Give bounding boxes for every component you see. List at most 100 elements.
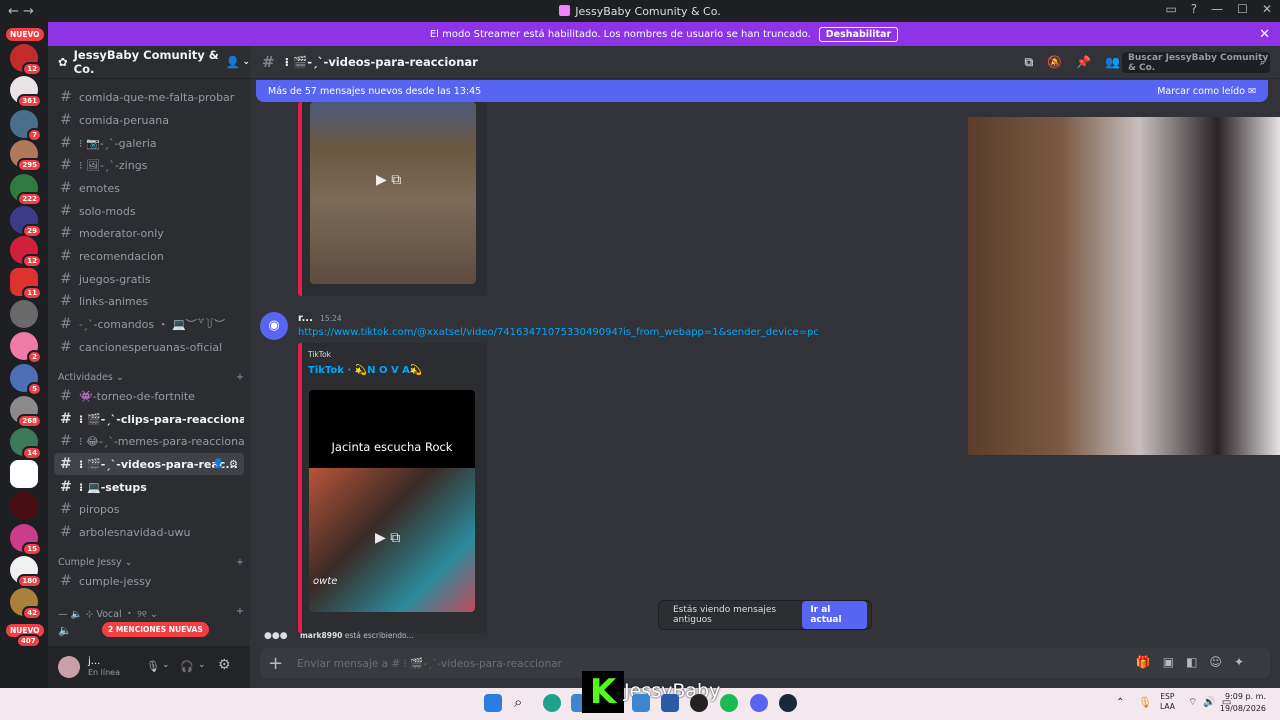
pin-icon[interactable]: 📌 <box>1076 55 1091 70</box>
channel-item[interactable]: # solo-mods <box>54 200 244 222</box>
add-attachment-icon[interactable]: + <box>268 653 283 674</box>
message-author[interactable]: r... <box>298 313 313 324</box>
server-icon[interactable]: 12 <box>10 44 42 76</box>
play-icon[interactable]: ▶ ⧉ <box>376 172 401 188</box>
notification-bell-icon[interactable]: 🔕 <box>1047 55 1062 70</box>
channel-item[interactable]: # cumple-jessy <box>54 570 244 592</box>
server-icon[interactable]: 29 <box>10 206 42 238</box>
server-icon[interactable]: 15 <box>10 524 42 556</box>
invite-icon[interactable]: 👤 <box>213 459 224 469</box>
channel-item[interactable]: # ⁝ 📷-ˏˋ-galeria <box>54 132 244 154</box>
embed-title[interactable]: TikTok · 💫N O V A💫 <box>308 365 422 376</box>
channel-item[interactable]: # links-animes <box>54 290 244 312</box>
avatar[interactable] <box>58 656 80 678</box>
channel-item[interactable]: # ⁝ 🎬-ˏˋ-clips-para-reaccionar <box>54 408 244 430</box>
channel-item[interactable]: # piropos <box>54 498 244 520</box>
channel-item[interactable]: # cancionesperuanas-oficial <box>54 336 244 358</box>
spotify-icon[interactable] <box>720 694 738 712</box>
server-icon[interactable]: 12 <box>10 236 42 268</box>
channel-item[interactable]: # juegos-gratis <box>54 268 244 290</box>
server-icon[interactable]: 361 <box>10 76 42 108</box>
server-icon[interactable] <box>10 300 38 328</box>
add-member-icon[interactable]: 👤 <box>226 55 240 69</box>
channel-item[interactable]: # comida-que-me-falta-probar <box>54 86 244 108</box>
edge-icon[interactable] <box>543 694 561 712</box>
minimize-button[interactable]: — <box>1211 2 1223 16</box>
server-header[interactable]: ✿ JessyBaby Comunity & Co. ⌄ 👤 <box>48 46 250 79</box>
maximize-button[interactable]: ☐ <box>1237 2 1248 16</box>
add-channel-icon[interactable]: + <box>236 606 244 620</box>
gift-icon[interactable]: 🎁 <box>1136 655 1163 669</box>
gear-icon[interactable]: ⚙ <box>218 657 231 673</box>
mark-read-button[interactable]: Marcar como leído ✉ <box>1157 86 1256 97</box>
message-link[interactable]: https://www.tiktok.com/@xxatsel/video/74… <box>298 327 819 338</box>
channel-item[interactable]: # ˗ˏˋ-comandos ・ 💻︶꒷꒦︶ <box>54 313 244 335</box>
chevron-down-icon[interactable]: ⌄ <box>162 660 170 670</box>
category-actividades[interactable]: Actividades ⌄ + <box>58 372 244 383</box>
close-button[interactable]: ✕ <box>1262 2 1272 16</box>
channel-item[interactable]: # ⁝ 😂-ˏˋ-memes-para-reaccionar <box>54 430 244 452</box>
video-thumbnail[interactable]: Jacinta escucha Rock owte ▶ ⧉ <box>309 390 475 612</box>
headphones-icon[interactable]: 🎧 <box>180 660 194 673</box>
message-composer[interactable]: + Enviar mensaje a # ⁝ 🎬-ˏˋ-videos-para-… <box>260 648 1270 678</box>
channel-item[interactable]: # moderator-only <box>54 222 244 244</box>
outlook-icon[interactable] <box>632 694 650 712</box>
start-icon[interactable] <box>484 694 502 712</box>
avatar[interactable]: ◉ <box>260 312 288 340</box>
new-messages-bar[interactable]: Más de 57 mensajes nuevos desde las 13:4… <box>256 80 1268 102</box>
sticker-icon[interactable]: ◧ <box>1186 655 1209 669</box>
search-icon[interactable]: ⌕ <box>514 693 522 711</box>
server-icon[interactable] <box>10 492 38 520</box>
add-channel-icon[interactable]: + <box>236 372 244 383</box>
disable-button[interactable]: Deshabilitar <box>818 26 899 42</box>
server-icon[interactable]: 222 <box>10 174 42 206</box>
inbox-icon[interactable]: ▭ <box>1165 2 1176 16</box>
server-icon[interactable]: 7 <box>10 110 42 142</box>
chevron-down-icon[interactable]: ⌄ <box>198 660 206 670</box>
server-icon[interactable]: 14 <box>10 428 42 460</box>
category-cumple[interactable]: Cumple Jessy ⌄ + <box>58 557 244 568</box>
server-icon[interactable]: 268 <box>10 396 42 428</box>
help-icon[interactable]: ? <box>1191 2 1197 16</box>
server-icon[interactable] <box>10 460 38 488</box>
gif-icon[interactable]: ▣ <box>1163 655 1186 669</box>
server-icon[interactable]: 2 <box>10 332 42 364</box>
channel-item[interactable]: # comida-peruana <box>54 109 244 131</box>
server-icon[interactable]: 11 <box>10 268 42 300</box>
video-thumbnail[interactable]: ▶ ⧉ <box>310 102 476 284</box>
channel-item-selected[interactable]: # ⁝ 🎬-ˏˋ-videos-para-reac... 👤 ⚙ <box>54 453 244 475</box>
obs-icon[interactable] <box>690 694 708 712</box>
clock[interactable]: 9:09 p. m. 19/08/2026 <box>1220 691 1266 715</box>
channel-item[interactable]: # ⁝ 💻-setups <box>54 476 244 498</box>
taskbar-app-icon[interactable] <box>661 694 679 712</box>
emoji-icon[interactable]: ☺ <box>1209 655 1234 669</box>
members-icon[interactable]: 👥 <box>1105 55 1120 70</box>
microphone-icon[interactable]: 🎙 <box>146 660 160 673</box>
add-channel-icon[interactable]: + <box>236 557 244 568</box>
composer-input[interactable]: Enviar mensaje a # ⁝ 🎬-ˏˋ-videos-para-re… <box>297 657 562 670</box>
steam-icon[interactable] <box>779 694 797 712</box>
chevron-up-icon[interactable]: ⌃ <box>1116 697 1124 708</box>
threads-icon[interactable]: ⧉ <box>1025 55 1034 70</box>
mentions-pill[interactable]: 2 MENCIONES NUEVAS <box>102 622 209 637</box>
category-vocal[interactable]: — 🔈 ⊹ Vocal ・ ୨୧ ⌄ + <box>58 606 244 620</box>
play-icon[interactable]: ▶ ⧉ <box>375 530 400 546</box>
microphone-icon[interactable]: 🎙 <box>1138 696 1152 709</box>
language-indicator[interactable]: ESP LAA <box>1160 692 1175 712</box>
gear-icon[interactable]: ⚙ <box>229 459 238 470</box>
wifi-icon[interactable]: ⌔ <box>1188 697 1203 708</box>
channel-item[interactable]: # arbolesnavidad-uwu <box>54 521 244 543</box>
close-icon[interactable]: ✕ <box>1259 27 1270 42</box>
channel-item[interactable]: # 👾-torneo-de-fortnite <box>54 385 244 407</box>
search-input[interactable]: Buscar JessyBaby Comunity & Co. ⌕ <box>1122 52 1270 73</box>
channel-item[interactable]: # recomendacion <box>54 245 244 267</box>
server-icon[interactable]: 180 <box>10 556 42 588</box>
server-icon[interactable]: 42 <box>10 588 42 620</box>
channel-item[interactable]: # ⁝ 🖼-ˏˋ-zings <box>54 154 244 176</box>
discord-icon[interactable] <box>750 694 768 712</box>
jump-present-button[interactable]: Ir al actual <box>802 601 867 629</box>
channel-item[interactable]: # emotes <box>54 177 244 199</box>
server-icon[interactable]: 295 <box>10 140 42 172</box>
server-icon[interactable]: 5 <box>10 364 42 396</box>
apps-icon[interactable]: ✦ <box>1234 655 1256 669</box>
